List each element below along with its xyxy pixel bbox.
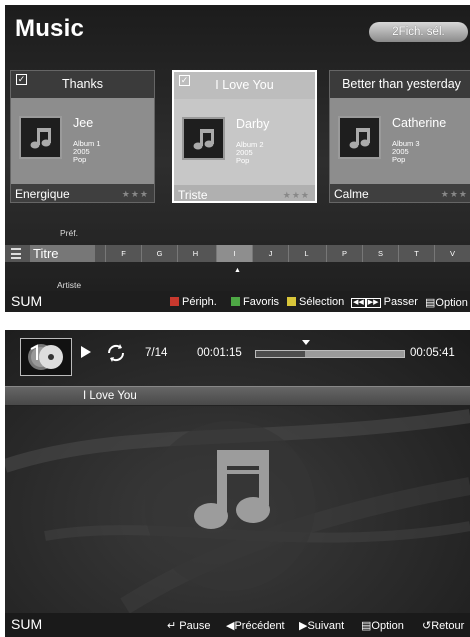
letter-index-item[interactable]: F [105, 245, 141, 262]
card-body: Darby Album 2 2005 Pop [174, 99, 315, 185]
track-card-better-than-yesterday[interactable]: Better than yesterday Catherine Album 3 … [329, 70, 470, 203]
track-card-thanks[interactable]: Thanks ✓ Jee Album 1 2005 Pop Energique … [10, 70, 155, 203]
rewind-icon: ◀◀ [351, 298, 366, 308]
progress-marker-icon [302, 340, 310, 345]
card-footer: Energique ★★★ [11, 184, 154, 202]
music-note-icon [30, 128, 51, 149]
return-control[interactable]: ↺Retour [422, 619, 464, 632]
track-card-i-love-you[interactable]: I Love You ✓ Darby Album 2 2005 Pop Tris… [172, 70, 317, 203]
checkbox-icon[interactable]: ✓ [179, 75, 190, 86]
sum-label: SUM [11, 293, 43, 309]
device-label: Périph. [182, 296, 217, 308]
album-cover [338, 116, 381, 159]
letter-index-item[interactable]: L [288, 245, 324, 262]
card-body: Jee Album 1 2005 Pop [11, 98, 154, 184]
card-header: Better than yesterday [330, 71, 470, 98]
letter-index-item[interactable]: S [362, 245, 398, 262]
return-icon: ↺ [422, 620, 432, 632]
option-icon: ▤ [425, 297, 436, 309]
previous-control[interactable]: ◀Précédent [226, 619, 285, 632]
previous-label: Précédent [234, 620, 285, 632]
red-key-icon [170, 297, 179, 306]
total-time: 00:05:41 [410, 347, 455, 359]
pause-label: Pause [179, 620, 211, 632]
favorites-label: Favoris [243, 296, 280, 308]
track-index: 7/14 [145, 347, 168, 359]
card-artist: Darby [236, 117, 270, 131]
fast-forward-icon: ▶▶ [365, 298, 381, 308]
card-genre: Pop [392, 155, 406, 164]
sort-option-next[interactable]: Artiste [57, 280, 81, 290]
rating-stars: ★★★ [121, 189, 149, 199]
letter-marker-icon: ▲ [234, 267, 241, 274]
card-genre: Pop [236, 156, 250, 165]
yellow-key-selection[interactable]: Sélection [287, 296, 344, 308]
music-note-icon [193, 129, 214, 150]
card-body: Catherine Album 3 2005 Pop [330, 98, 470, 184]
card-mood: Calme [334, 187, 369, 201]
music-browser-panel: Music 2Fich. sél. Thanks ✓ Jee Album 1 2… [5, 5, 470, 291]
letter-index-item[interactable]: V [434, 245, 470, 262]
letter-index-item[interactable]: T [398, 245, 434, 262]
player-footer: SUM ↵ Pause ◀Précédent ▶Suivant ▤Option … [5, 613, 470, 637]
page-title: Music [15, 15, 85, 42]
play-icon[interactable] [81, 346, 91, 358]
letter-index-item-active[interactable]: I [216, 245, 252, 262]
sort-option-current[interactable]: Titre [30, 245, 95, 262]
checkbox-icon[interactable]: ✓ [16, 74, 27, 85]
red-key-device[interactable]: Périph. [170, 296, 217, 308]
yellow-key-icon [287, 297, 296, 306]
rating-stars: ★★★ [282, 190, 310, 200]
sort-option-previous[interactable]: Préf. [60, 228, 78, 238]
progress-bar[interactable] [255, 350, 405, 358]
skip-label: Passer [383, 296, 418, 308]
letter-index-item[interactable]: J [252, 245, 288, 262]
green-key-favorites[interactable]: Favoris [231, 296, 279, 308]
disc-icon [20, 338, 72, 376]
music-note-icon [194, 450, 270, 529]
card-track-title: I Love You [215, 78, 274, 92]
card-footer: Calme ★★★ [330, 184, 470, 202]
now-playing-bar: I Love You [5, 386, 470, 406]
selection-label: Sélection [299, 296, 345, 308]
option-control[interactable]: ▤Option [425, 296, 468, 309]
next-label: Suivant [307, 620, 345, 632]
card-mood: Triste [178, 188, 208, 202]
now-playing-title: I Love You [83, 390, 137, 402]
enter-icon: ↵ [167, 620, 177, 632]
progress-fill [256, 351, 305, 357]
option-label: Option [371, 620, 404, 632]
repeat-icon[interactable] [105, 342, 127, 364]
return-label: Retour [431, 620, 465, 632]
browser-footer: SUM Périph. Favoris Sélection ◀◀ ▶▶ Passe… [5, 291, 470, 312]
next-control[interactable]: ▶Suivant [299, 619, 344, 632]
option-icon: ▤ [361, 620, 372, 632]
elapsed-time: 00:01:15 [197, 347, 242, 359]
card-genre: Pop [73, 155, 87, 164]
card-artist: Jee [73, 116, 94, 130]
sum-label: SUM [11, 616, 43, 632]
album-cover [182, 117, 225, 160]
card-track-title: Thanks [62, 77, 103, 91]
option-label: Option [435, 297, 468, 309]
option-control[interactable]: ▤Option [361, 619, 404, 632]
album-cover [19, 116, 62, 159]
card-header: Thanks [11, 71, 154, 98]
letter-index-item[interactable]: P [326, 245, 362, 262]
selected-files-button[interactable]: 2Fich. sél. [369, 22, 468, 42]
rating-stars: ★★★ [440, 189, 468, 199]
music-note-icon [349, 128, 370, 149]
card-footer: Triste ★★★ [174, 185, 315, 202]
skip-control[interactable]: ◀◀ ▶▶ Passer [351, 296, 418, 308]
card-mood: Energique [15, 187, 70, 201]
pause-control[interactable]: ↵ Pause [167, 619, 210, 632]
card-artist: Catherine [392, 116, 447, 130]
green-key-icon [231, 297, 240, 306]
letter-index-item[interactable]: H [177, 245, 213, 262]
music-player-panel: 7/14 00:01:15 00:05:41 I Love You [5, 330, 470, 636]
menu-icon [11, 248, 21, 259]
card-header: I Love You [174, 72, 315, 99]
letter-index-item[interactable]: G [141, 245, 177, 262]
card-track-title: Better than yesterday [342, 77, 461, 91]
